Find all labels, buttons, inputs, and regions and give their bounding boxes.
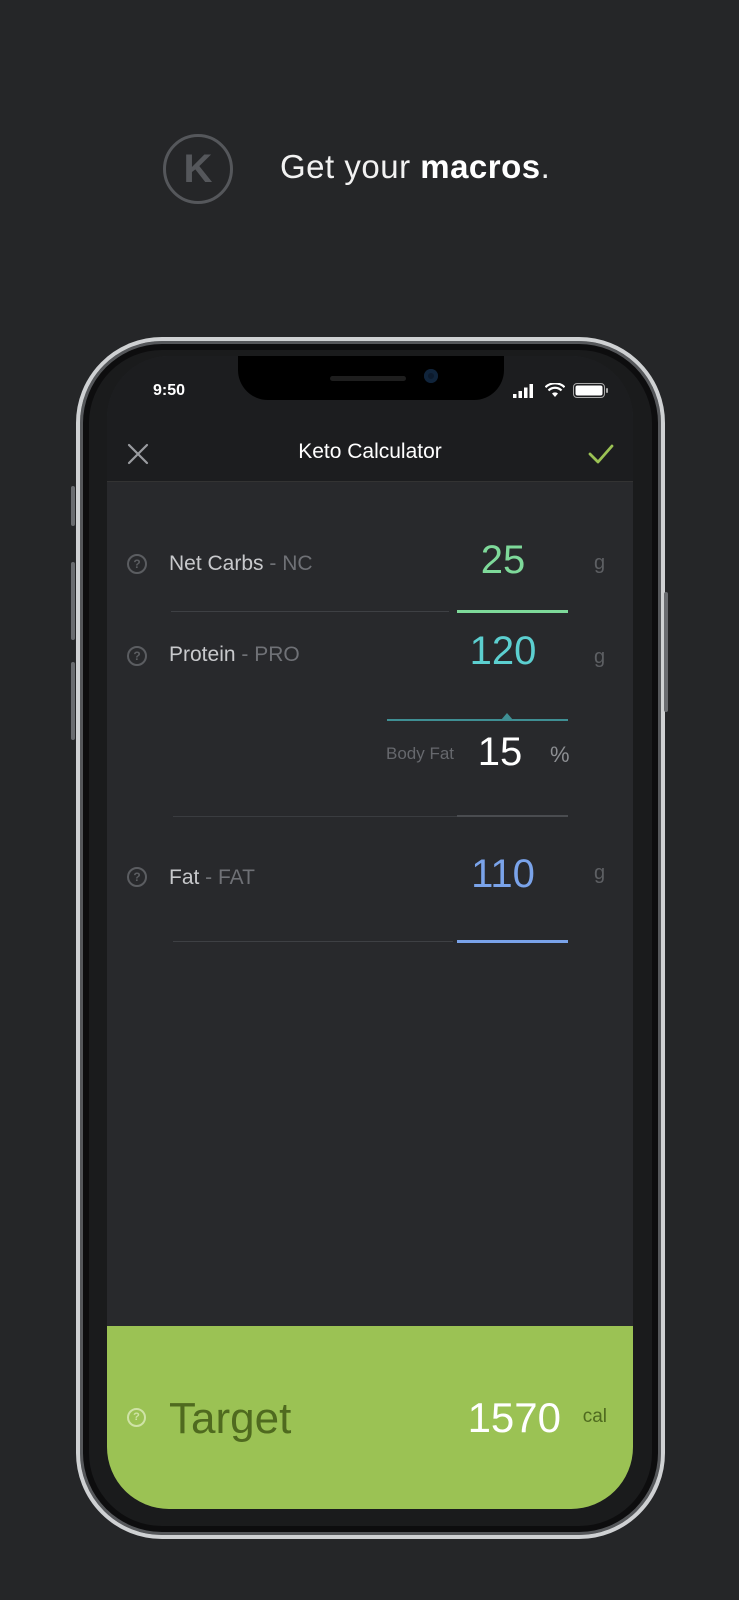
- protein-unit: g: [594, 646, 606, 668]
- signal-icon: [513, 384, 533, 398]
- protein-input[interactable]: 120: [448, 629, 558, 674]
- protein-underline: [387, 719, 568, 721]
- help-icon[interactable]: ?: [127, 1408, 146, 1427]
- protein-label: Protein - PRO: [169, 643, 300, 666]
- phone-side-button: [71, 662, 75, 740]
- net-carbs-unit: g: [594, 552, 606, 574]
- body-fat-label: Body Fat: [386, 744, 455, 763]
- help-icon[interactable]: ?: [127, 867, 147, 887]
- battery-icon: [573, 383, 608, 398]
- net-carbs-input[interactable]: 25: [448, 538, 558, 583]
- app-logo: K: [163, 134, 233, 204]
- notch: [238, 356, 504, 400]
- headline: Get your macros.: [280, 148, 551, 185]
- protein-pointer: [501, 713, 513, 720]
- help-icon[interactable]: ?: [127, 554, 147, 574]
- help-icon[interactable]: ?: [127, 646, 147, 666]
- phone-side-button: [71, 562, 75, 640]
- fat-underline: [457, 940, 568, 943]
- wifi-icon: [545, 383, 565, 397]
- logo-letter: K: [183, 146, 213, 191]
- navbar: Keto Calculator: [107, 424, 633, 482]
- phone-side-button: [664, 592, 668, 712]
- target-value: 1570: [467, 1394, 561, 1441]
- target-unit: cal: [582, 1406, 607, 1427]
- body-fat-unit: %: [550, 742, 570, 767]
- page-title: Keto Calculator: [298, 440, 442, 463]
- target-bar: ? Target 1570 cal: [107, 1326, 633, 1509]
- phone-side-button: [71, 486, 75, 526]
- status-bar: 9:50: [107, 356, 633, 424]
- check-icon[interactable]: [587, 440, 615, 468]
- fat-label: Fat - FAT: [169, 866, 255, 889]
- divider: [171, 611, 449, 612]
- speaker: [330, 376, 406, 381]
- phone-screen: 9:50 Keto Calculator ? Net Carbs - NC 25…: [107, 356, 633, 1509]
- net-carbs-label: Net Carbs - NC: [169, 552, 313, 575]
- body-fat-underline: [457, 815, 568, 817]
- fat-input[interactable]: 110: [448, 852, 558, 897]
- divider: [173, 941, 453, 942]
- target-label: Target: [169, 1394, 292, 1443]
- body-fat-input[interactable]: 15: [455, 730, 545, 775]
- status-time: 9:50: [153, 382, 186, 399]
- net-carbs-underline: [457, 610, 568, 613]
- fat-unit: g: [594, 862, 606, 884]
- front-camera: [424, 369, 438, 383]
